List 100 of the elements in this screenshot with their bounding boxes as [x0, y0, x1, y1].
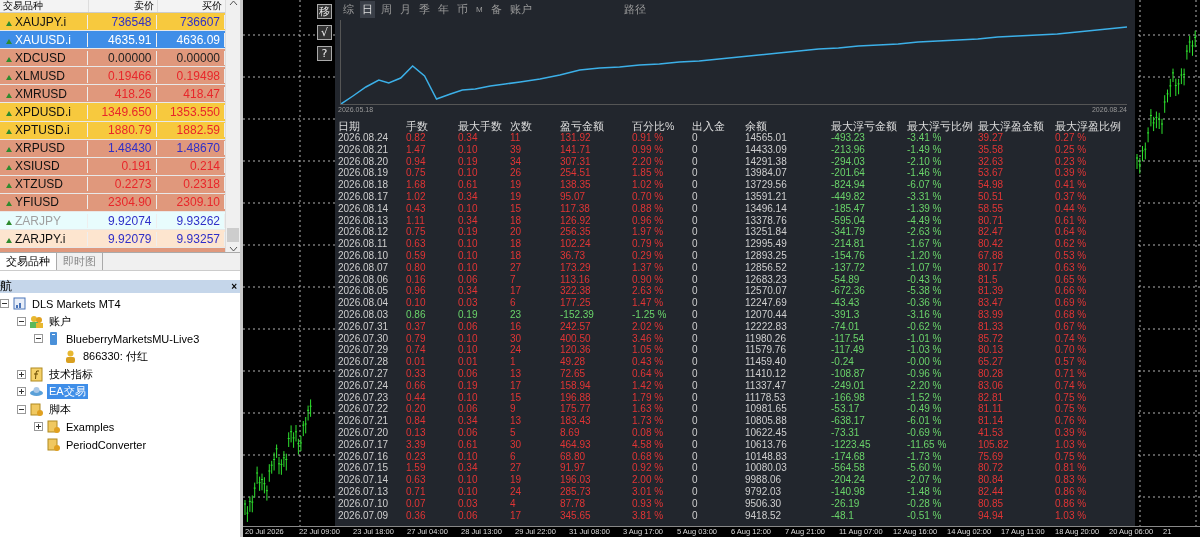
- table-cell-text: 30: [510, 438, 523, 451]
- symbol-row[interactable]: ZARJPY.i 9.92079 9.93257: [0, 230, 225, 249]
- table-cell-text: 0.63: [406, 474, 427, 486]
- table-cell-text: 0.75 %: [1055, 403, 1088, 416]
- tab[interactable]: 综: [341, 0, 356, 18]
- table-cell-text: 0.61: [458, 179, 479, 191]
- table-cell-text: 0.79: [406, 332, 427, 345]
- collapse-icon[interactable]: [0, 299, 9, 309]
- tree-item[interactable]: 账户: [47, 313, 73, 329]
- up-arrow-icon: [6, 146, 12, 153]
- table-cell-text: 0.63: [406, 238, 427, 250]
- table-cell-text: 19: [510, 191, 523, 203]
- table-cell-text: 13591.21: [745, 191, 788, 203]
- collapse-icon[interactable]: [17, 316, 26, 326]
- symbol-row[interactable]: XAUJPY.i 736548 736607: [0, 13, 225, 32]
- table-cell-text: 0.81 %: [1055, 462, 1088, 475]
- table-cell-text: 13729.56: [745, 179, 788, 191]
- tree-item[interactable]: BlueberryMarketsMU-Live3: [64, 333, 202, 345]
- table-cell-text: 158.94: [560, 379, 592, 392]
- tool-button[interactable]: 移: [317, 4, 332, 19]
- table-cell-text: 83.99: [978, 308, 1005, 321]
- table-cell-text: 12070.44: [745, 308, 788, 321]
- tab[interactable]: 账户: [507, 0, 534, 18]
- table-cell-text: 0.66: [406, 379, 427, 392]
- up-arrow-icon: [6, 200, 12, 207]
- table-cell-text: 0.08 %: [632, 426, 665, 439]
- table-cell-text: -185.47: [831, 202, 866, 215]
- tab[interactable]: 日: [360, 0, 375, 18]
- table-cell-text: 0.68 %: [632, 450, 665, 463]
- tree-item[interactable]: 脚本: [47, 401, 73, 417]
- table-cell-text: 10613.76: [745, 438, 788, 451]
- column-header: 最大浮亏比例: [907, 120, 974, 132]
- table-cell-text: 39.27: [978, 132, 1005, 144]
- table-cell-text: 2026.07.28: [338, 356, 390, 368]
- table-cell-text: 1.47 %: [632, 297, 665, 309]
- table-cell-text: 0.86 %: [1055, 485, 1088, 498]
- bid-price: 0.2273: [88, 177, 157, 192]
- table-cell-text: 0.86 %: [1055, 497, 1088, 510]
- table-cell-text: 0.03: [458, 497, 479, 510]
- tree-item[interactable]: DLS Markets MT4: [30, 297, 123, 310]
- table-cell-text: 1.37 %: [632, 261, 665, 274]
- table-cell-text: 0.96: [406, 285, 427, 298]
- tab[interactable]: 季: [417, 0, 432, 18]
- table-cell-text: 0.44 %: [1055, 202, 1088, 215]
- symbol-row[interactable]: XPDUSD.i 1349.650 1353.550: [0, 103, 225, 122]
- table-cell-text: 0: [692, 403, 699, 416]
- expand-icon[interactable]: [34, 422, 43, 432]
- symbol-row[interactable]: XLMUSD 0.19466 0.19498: [0, 67, 225, 86]
- collapse-icon[interactable]: [34, 334, 43, 344]
- tab[interactable]: 周: [379, 0, 394, 18]
- table-cell-text: 0.66 %: [1055, 285, 1088, 298]
- expand-icon[interactable]: [17, 369, 26, 379]
- table-cell-text: 0: [692, 426, 699, 439]
- table-cell-text: 0: [692, 509, 699, 522]
- column-header: 交易品种: [2, 0, 44, 12]
- tab[interactable]: 年: [436, 0, 451, 18]
- tab[interactable]: 路径: [621, 0, 648, 18]
- table-cell-text: 0: [692, 320, 699, 333]
- tab[interactable]: 备: [488, 0, 504, 18]
- tab[interactable]: 月: [398, 0, 413, 18]
- table-cell-text: 0.34: [458, 285, 479, 298]
- tree-item[interactable]: 866330: 付红: [81, 349, 150, 365]
- table-cell-text: 1: [510, 356, 517, 368]
- tab[interactable]: 币: [455, 0, 470, 18]
- tree-item[interactable]: Examples: [64, 420, 117, 433]
- tree-item[interactable]: PeriodConverter: [64, 438, 149, 451]
- table-cell-text: 81.14: [978, 415, 1005, 427]
- table-cell-text: 0.74 %: [1055, 332, 1088, 345]
- table-cell-text: 1.42 %: [632, 379, 665, 392]
- table-cell-text: 0.10: [458, 485, 479, 498]
- expand-icon[interactable]: [17, 387, 26, 397]
- table-cell-text: 0: [692, 155, 699, 168]
- tree-item[interactable]: 技术指标: [47, 366, 95, 382]
- table-cell-text: 10981.65: [745, 403, 788, 416]
- tab[interactable]: 交易品种: [0, 253, 57, 270]
- table-cell-text: 0.10: [406, 297, 427, 309]
- symbol-row[interactable]: XMRUSD 418.26 418.47: [0, 85, 225, 104]
- table-cell-text: 0.37: [406, 320, 427, 333]
- tool-button[interactable]: ?: [317, 46, 332, 61]
- scrollbar-thumb[interactable]: [227, 228, 239, 242]
- symbol-row[interactable]: XDCUSD 0.00000 0.00000: [0, 49, 225, 68]
- table-cell-text: 0.34: [458, 132, 479, 144]
- table-cell-text: 13496.14: [745, 202, 788, 215]
- table-cell-text: 0.70 %: [1055, 344, 1088, 357]
- table-cell-text: 175.77: [560, 403, 592, 416]
- table-cell-text: 80.85: [978, 497, 1005, 510]
- collapse-icon[interactable]: [17, 404, 26, 414]
- table-cell-text: 2026.08.11: [338, 238, 389, 250]
- scrollbar[interactable]: [225, 0, 240, 252]
- table-cell-text: 17: [510, 509, 523, 522]
- close-button[interactable]: ×: [231, 281, 237, 292]
- table-cell-text: 0.23 %: [1055, 155, 1088, 168]
- table-cell-text: 16: [510, 320, 523, 333]
- table-cell-text: 9418.52: [745, 509, 783, 522]
- table-cell-text: 2.20 %: [632, 155, 665, 168]
- table-cell-text: 1.59: [406, 462, 427, 475]
- tab[interactable]: M: [474, 3, 485, 15]
- table-cell-text: 0: [692, 450, 699, 463]
- tool-button[interactable]: √: [317, 25, 332, 40]
- table-cell-text: 0.80: [406, 261, 427, 274]
